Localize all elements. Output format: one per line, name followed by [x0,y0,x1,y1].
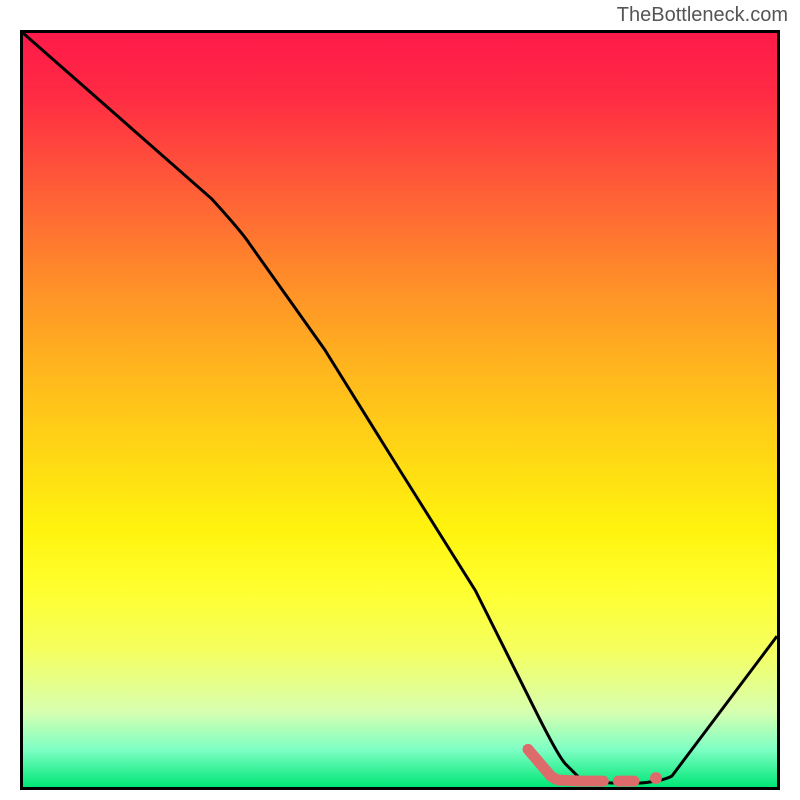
main-curve [23,33,777,783]
chart-svg [23,33,777,787]
highlight-dot [650,772,662,784]
chart-frame [20,30,780,790]
watermark-text: TheBottleneck.com [617,4,788,27]
